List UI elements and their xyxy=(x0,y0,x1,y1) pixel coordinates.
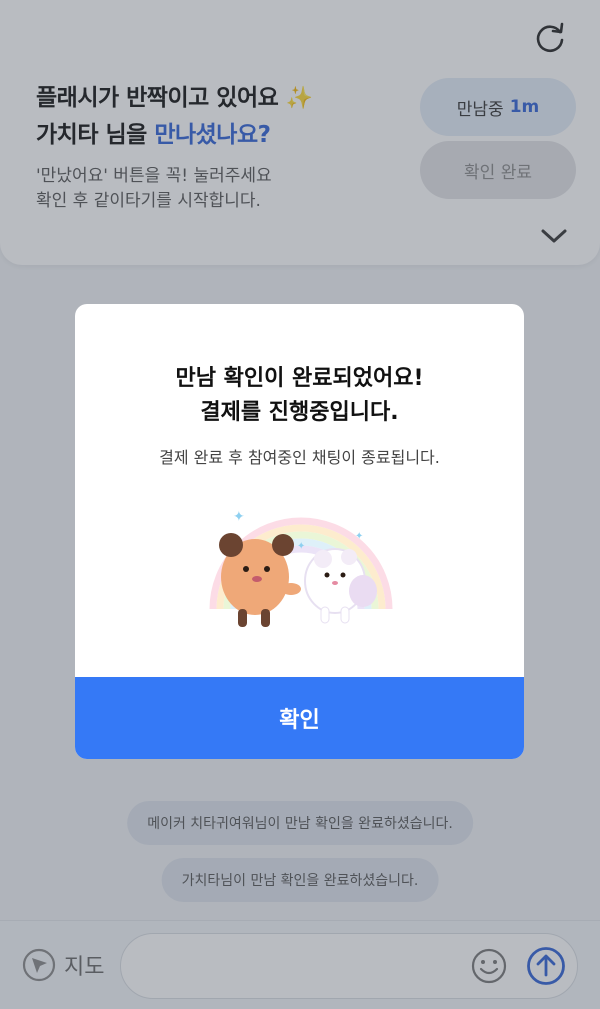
modal-subtitle: 결제 완료 후 참여중인 채팅이 종료됩니다. xyxy=(159,448,440,467)
character-illustration: ✦ ✦ ✦ xyxy=(209,509,393,627)
modal-title-line1: 만남 확인이 완료되었어요! xyxy=(175,366,424,391)
modal-title: 만남 확인이 완료되었어요! 결제를 진행중입니다. xyxy=(75,362,524,430)
svg-text:✦: ✦ xyxy=(355,531,363,542)
confirmation-modal: 만남 확인이 완료되었어요! 결제를 진행중입니다. 결제 완료 후 참여중인 … xyxy=(75,304,524,759)
modal-title-line2: 결제를 진행중입니다. xyxy=(200,400,399,425)
svg-text:✦: ✦ xyxy=(233,509,245,525)
svg-text:✦: ✦ xyxy=(297,541,305,552)
chat-screen: 플래시가 반짝이고 있어요 ✨ 가치타 님을 만나셨나요? '만났어요' 버튼을… xyxy=(0,0,600,1009)
modal-confirm-button[interactable]: 확인 xyxy=(75,677,524,759)
